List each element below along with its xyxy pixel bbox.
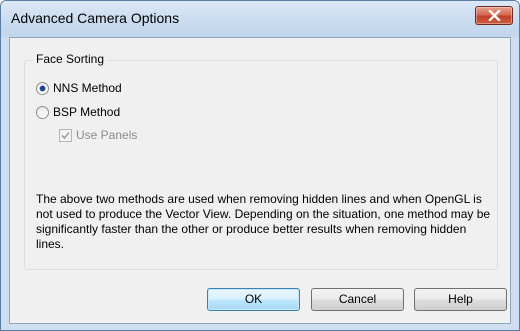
window-title: Advanced Camera Options — [11, 10, 180, 26]
cancel-button[interactable]: Cancel — [311, 288, 404, 311]
description-text: The above two methods are used when remo… — [36, 192, 491, 251]
checkbox-box[interactable] — [59, 128, 72, 142]
bsp-method-label[interactable]: BSP Method — [53, 105, 120, 119]
help-button[interactable]: Help — [414, 288, 507, 311]
use-panels-label[interactable]: Use Panels — [76, 128, 137, 142]
close-button[interactable] — [475, 6, 513, 25]
close-icon — [488, 10, 501, 21]
ok-button[interactable]: OK — [207, 288, 300, 311]
face-sorting-group-title: Face Sorting — [33, 52, 108, 66]
bsp-method-radio[interactable]: BSP Method — [36, 104, 120, 120]
nns-method-label[interactable]: NNS Method — [53, 81, 122, 95]
nns-method-radio[interactable]: NNS Method — [36, 80, 122, 96]
radio-button-selected[interactable] — [36, 81, 49, 95]
checkmark-icon — [61, 131, 70, 139]
title-bar[interactable]: Advanced Camera Options — [1, 1, 519, 37]
radio-button-unselected[interactable] — [36, 105, 49, 119]
use-panels-checkbox[interactable]: Use Panels — [59, 127, 137, 143]
